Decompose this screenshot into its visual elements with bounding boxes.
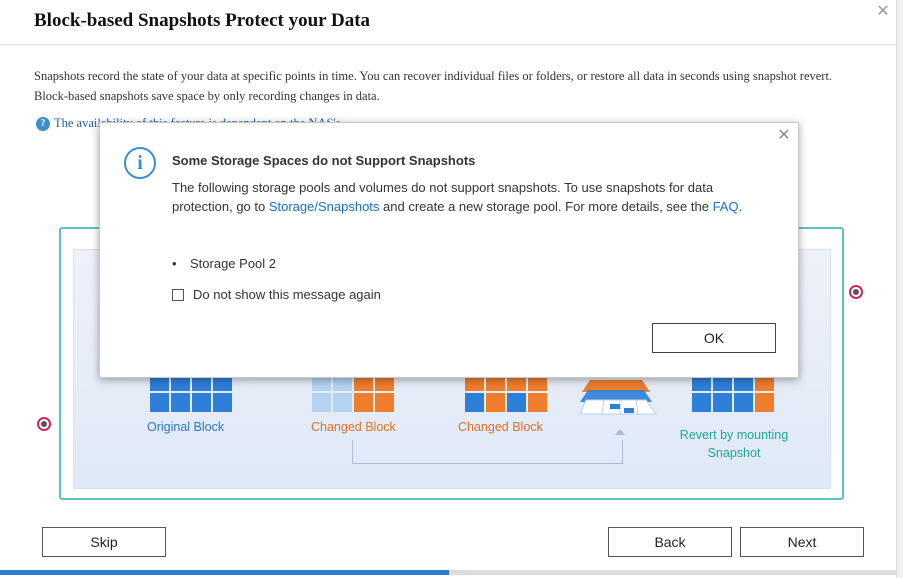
block-cell	[486, 393, 505, 412]
dont-show-again-option[interactable]: Do not show this message again	[172, 287, 381, 302]
wizard-progress-bar	[0, 570, 897, 575]
block-cell	[312, 393, 331, 412]
block-cell	[213, 393, 232, 412]
revert-block-grid	[692, 372, 774, 412]
block-cell	[333, 393, 352, 412]
next-slide-indicator[interactable]	[849, 285, 863, 299]
prev-slide-indicator[interactable]	[37, 417, 51, 431]
wizard-close-icon[interactable]: ✕	[876, 4, 890, 20]
dont-show-again-label: Do not show this message again	[193, 287, 381, 302]
info-icon: i	[124, 147, 156, 179]
block-cell	[192, 393, 211, 412]
dialog-title: Some Storage Spaces do not Support Snaps…	[172, 153, 476, 168]
dialog-body-suffix: .	[738, 199, 743, 214]
revert-flow-arrow	[352, 440, 623, 464]
changed-block-label-2: Changed Block	[458, 420, 543, 434]
dialog-body-middle: and create a new storage pool. For more …	[379, 199, 713, 214]
window-scrollbar[interactable]	[896, 0, 903, 578]
block-cell	[507, 393, 526, 412]
changed-block-grid-2	[465, 372, 547, 412]
block-cell	[713, 393, 732, 412]
block-cell	[150, 393, 169, 412]
wizard-progress-fill	[0, 570, 449, 575]
changed-block-grid-1	[312, 372, 394, 412]
faq-link[interactable]: FAQ	[713, 199, 739, 214]
block-cell	[734, 393, 753, 412]
next-button[interactable]: Next	[740, 527, 864, 557]
block-cell	[528, 393, 547, 412]
unsupported-snapshots-dialog: ✕ i Some Storage Spaces do not Support S…	[99, 122, 799, 378]
block-cell	[354, 393, 373, 412]
arrow-head-icon	[615, 429, 625, 435]
ok-button[interactable]: OK	[652, 323, 776, 353]
block-cell	[465, 393, 484, 412]
storage-snapshots-link[interactable]: Storage/Snapshots	[269, 199, 380, 214]
list-item: Storage Pool 2	[190, 256, 277, 271]
original-block-grid	[150, 372, 232, 412]
dialog-body: The following storage pools and volumes …	[172, 178, 772, 216]
unsupported-pool-list: • Storage Pool 2	[172, 256, 276, 271]
revert-snapshot-label: Revert by mounting Snapshot	[679, 428, 789, 460]
block-cell	[375, 393, 394, 412]
block-cell	[692, 393, 711, 412]
header-divider	[0, 44, 897, 45]
back-button[interactable]: Back	[608, 527, 732, 557]
list-bullet: •	[172, 256, 177, 271]
help-icon: ?	[36, 116, 50, 131]
dont-show-again-checkbox[interactable]	[172, 288, 184, 301]
changed-block-label-1: Changed Block	[311, 420, 396, 434]
dialog-close-icon[interactable]: ✕	[777, 128, 791, 144]
original-block-label: Original Block	[147, 420, 225, 434]
block-cell	[755, 393, 774, 412]
wizard-description: Snapshots record the state of your data …	[34, 69, 833, 103]
block-cell	[171, 393, 190, 412]
snapshot-layers-icon	[580, 380, 657, 415]
wizard-title: Block-based Snapshots Protect your Data	[34, 10, 371, 31]
skip-button[interactable]: Skip	[42, 527, 166, 557]
